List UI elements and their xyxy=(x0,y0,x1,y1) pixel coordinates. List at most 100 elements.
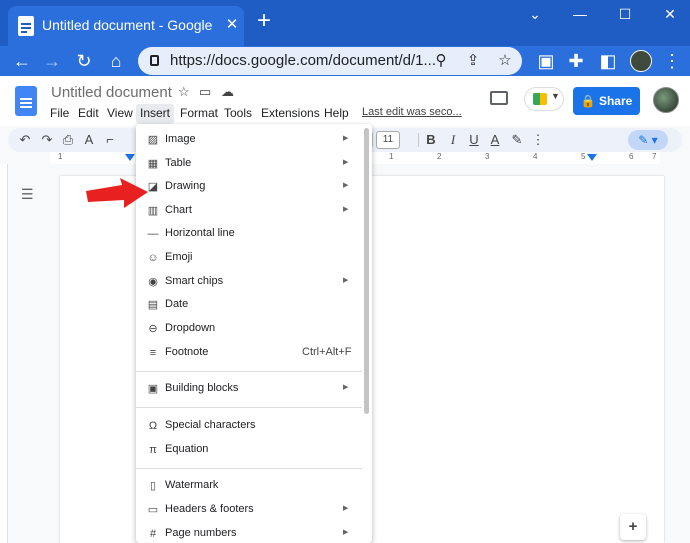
horizontal-line-icon: — xyxy=(147,228,159,240)
tab-close-icon[interactable]: ✕ xyxy=(222,15,242,35)
menu-item-date[interactable]: ▤ Date xyxy=(136,293,372,317)
menu-item-table[interactable]: ▦ Table ▶ xyxy=(136,152,372,176)
smart-chips-icon: ◉ xyxy=(148,276,158,288)
text-color-icon[interactable]: A xyxy=(486,131,504,149)
add-comment-icon[interactable] xyxy=(620,514,646,540)
menu-item-special-characters[interactable]: Ω Special characters xyxy=(136,414,372,438)
menu-item-headers-footers[interactable]: ▭ Headers & footers ▶ xyxy=(136,498,372,522)
bold-icon[interactable]: B xyxy=(422,131,440,149)
menu-item-smart-chips[interactable]: ◉ Smart chips ▶ xyxy=(136,270,372,294)
extensions-puzzle-icon[interactable]: ✚ xyxy=(564,49,588,73)
docs-logo-icon[interactable] xyxy=(15,86,37,116)
insert-menu-dropdown: ▨ Image ▶ ▦ Table ▶ ◪ Drawing ▶ ▥ Chart … xyxy=(136,124,372,543)
footnote-icon: ≡ xyxy=(149,347,157,359)
underline-icon[interactable]: U xyxy=(465,131,483,149)
right-indent-marker[interactable] xyxy=(587,154,597,161)
image-icon: ▨ xyxy=(147,134,159,146)
more-options-icon[interactable]: ⋮ xyxy=(529,131,547,149)
forward-icon[interactable]: → xyxy=(40,49,64,73)
reload-icon[interactable]: ↻ xyxy=(72,49,96,73)
print-icon[interactable]: ⎙ xyxy=(59,131,77,149)
font-size-input[interactable]: 11 xyxy=(376,131,400,149)
address-bar[interactable]: https://docs.google.com/document/d/1... … xyxy=(138,47,522,75)
menu-tools[interactable]: Tools xyxy=(220,104,256,124)
maximize-icon[interactable]: ☐ xyxy=(610,4,640,24)
home-icon[interactable]: ⌂ xyxy=(104,49,128,73)
undo-icon[interactable]: ↶ xyxy=(16,131,34,149)
submenu-arrow-icon: ▶ xyxy=(343,277,349,284)
submenu-arrow-icon: ▶ xyxy=(343,159,349,166)
redo-icon[interactable]: ↷ xyxy=(38,131,56,149)
menu-item-label: Dropdown xyxy=(165,322,216,334)
menu-item-emoji[interactable]: ☺ Emoji xyxy=(136,246,372,270)
minimize-icon[interactable]: — xyxy=(565,4,595,24)
menu-item-footnote[interactable]: ≡ Footnote Ctrl+Alt+F xyxy=(136,341,372,365)
ruler-number: 6 xyxy=(629,152,634,161)
new-tab-button[interactable]: + xyxy=(252,9,276,34)
share-label: Share xyxy=(598,94,633,108)
left-indent-marker[interactable] xyxy=(125,154,135,161)
menu-format[interactable]: Format xyxy=(176,104,222,124)
meet-button[interactable]: ▼ xyxy=(524,87,564,111)
menu-item-label: Page numbers xyxy=(165,527,237,539)
submenu-arrow-icon: ▶ xyxy=(343,384,349,391)
browser-tab[interactable]: Untitled document - Google Docs ✕ xyxy=(8,6,244,46)
menu-item-page-numbers[interactable]: # Page numbers ▶ xyxy=(136,522,372,543)
highlight-icon[interactable]: ✎ xyxy=(508,131,526,149)
menu-item-label: Building blocks xyxy=(165,382,239,394)
menu-item-label: Watermark xyxy=(165,479,219,491)
spellcheck-icon[interactable]: A xyxy=(80,131,98,149)
paint-format-icon[interactable]: ⌐ xyxy=(101,131,119,149)
star-icon[interactable]: ☆ xyxy=(178,84,190,100)
share-button[interactable]: 🔒 Share xyxy=(573,87,640,115)
bookmark-star-icon[interactable]: ☆ xyxy=(494,50,516,72)
user-avatar[interactable] xyxy=(653,87,679,113)
menu-insert[interactable]: Insert xyxy=(136,104,175,124)
menu-item-horizontal-line[interactable]: — Horizontal line xyxy=(136,222,372,246)
browser-menu-icon[interactable]: ⋮ xyxy=(660,49,684,73)
restore-down-icon[interactable]: ⌄ xyxy=(520,4,550,24)
comment-history-icon[interactable] xyxy=(490,91,508,105)
menu-edit[interactable]: Edit xyxy=(74,104,103,124)
menu-file[interactable]: File xyxy=(46,104,73,124)
building-blocks-icon: ▣ xyxy=(147,383,159,395)
last-edit-link[interactable]: Last edit was seco... xyxy=(362,106,462,118)
menu-scrollbar[interactable] xyxy=(364,128,369,414)
menu-item-label: Chart xyxy=(165,204,192,216)
italic-icon[interactable]: I xyxy=(444,131,462,149)
submenu-arrow-icon: ▶ xyxy=(343,182,349,189)
ruler-number: 7 xyxy=(652,152,657,161)
docs-favicon-icon xyxy=(18,16,34,36)
menu-item-equation[interactable]: π Equation xyxy=(136,438,372,462)
back-icon[interactable]: ← xyxy=(10,49,34,73)
chart-icon: ▥ xyxy=(147,205,159,217)
lock-icon xyxy=(150,55,159,66)
menu-item-chart[interactable]: ▥ Chart ▶ xyxy=(136,199,372,223)
menu-item-label: Date xyxy=(165,298,189,310)
extension-box-icon[interactable]: ▣ xyxy=(534,49,558,73)
menu-item-drawing[interactable]: ◪ Drawing ▶ xyxy=(136,175,372,199)
chevron-down-icon: ▼ xyxy=(551,91,560,101)
search-icon[interactable]: ⚲ xyxy=(430,50,452,72)
document-outline-icon[interactable]: ☰ xyxy=(21,186,37,202)
move-folder-icon[interactable]: ▭ xyxy=(199,84,211,100)
menu-item-dropdown[interactable]: ⊖ Dropdown xyxy=(136,317,372,341)
submenu-arrow-icon: ▶ xyxy=(343,206,349,213)
red-arrow-annotation xyxy=(86,178,148,208)
menu-extensions[interactable]: Extensions xyxy=(257,104,324,124)
menu-help[interactable]: Help xyxy=(320,104,353,124)
editing-mode-button[interactable]: ✎ ▾ xyxy=(628,130,668,150)
side-panel-icon[interactable]: ◧ xyxy=(596,49,620,73)
ruler-number: 5 xyxy=(581,152,586,161)
menu-view[interactable]: View xyxy=(103,104,137,124)
document-title[interactable]: Untitled document xyxy=(51,84,172,101)
close-window-icon[interactable]: ✕ xyxy=(655,4,685,24)
profile-avatar[interactable] xyxy=(630,50,652,72)
ruler-number: 3 xyxy=(485,152,490,161)
menu-item-label: Image xyxy=(165,133,196,145)
ruler-number: 4 xyxy=(533,152,538,161)
menu-item-building-blocks[interactable]: ▣ Building blocks ▶ xyxy=(136,377,372,401)
menu-item-watermark[interactable]: ▯ Watermark xyxy=(136,474,372,498)
menu-item-image[interactable]: ▨ Image ▶ xyxy=(136,128,372,152)
share-page-icon[interactable]: ⇪ xyxy=(462,50,484,72)
